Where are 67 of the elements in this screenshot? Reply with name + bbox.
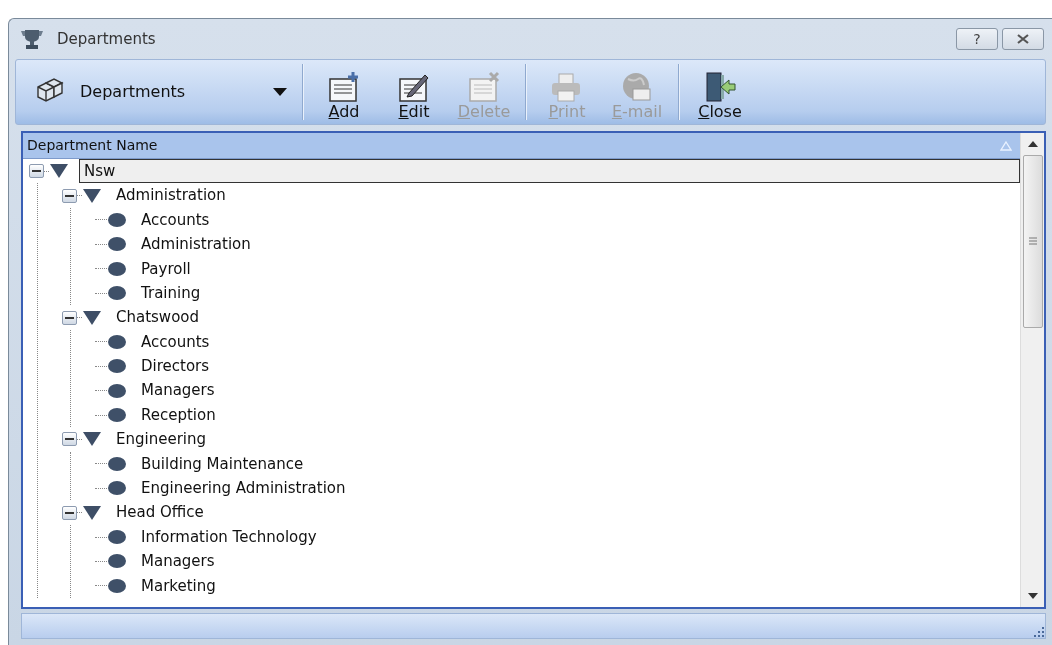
tree-item[interactable]: Directors [137,355,214,378]
collapse-toggle[interactable] [29,164,44,179]
add-button[interactable]: Add [309,63,379,121]
resize-grip-icon [1033,626,1045,638]
help-button[interactable]: ? [956,28,998,50]
bullet-icon [107,236,127,253]
window-title: Departments [57,28,157,50]
minus-icon [65,316,74,319]
bullet-icon [107,260,127,277]
department-selector[interactable]: Departments [26,67,296,117]
caret-icon [272,87,288,97]
door-arrow-icon [703,71,737,104]
bullet-icon [107,407,127,424]
tree-item[interactable]: Marketing [137,574,220,598]
minus-icon [65,194,74,197]
scrollbar[interactable] [1020,133,1044,607]
triangle-icon [49,163,69,180]
bullet-icon [107,455,127,472]
tree-item[interactable]: Engineering [112,428,210,451]
bullet-icon [107,553,127,570]
minus-icon [65,438,74,441]
tree-item[interactable]: Chatswood [112,306,203,329]
triangle-icon [82,504,102,521]
bullet-icon [107,211,127,228]
tree-item[interactable]: Accounts [137,330,214,354]
tree-item[interactable]: Building Maintenance [137,452,308,476]
bullet-icon [107,382,127,399]
triangle-icon [82,187,102,204]
triangle-icon [82,309,102,326]
add-document-icon [327,71,361,104]
bullet-icon [107,529,127,546]
collapse-toggle[interactable] [62,188,77,203]
trophy-icon [19,28,45,50]
tree-item[interactable]: Payroll [137,257,195,280]
scroll-up-icon [1027,141,1038,147]
bullet-icon [107,285,127,302]
tree-item[interactable]: Engineering Administration [137,477,350,500]
close-button[interactable] [1002,28,1044,50]
tree-item[interactable]: Administration [137,233,255,256]
scroll-thumb[interactable] [1022,155,1043,328]
collapse-toggle[interactable] [62,505,77,520]
collapse-toggle[interactable] [62,310,77,325]
tree-item[interactable]: Administration [112,184,230,207]
tree-item[interactable]: Head Office [112,501,208,524]
grip-icon [1028,236,1037,247]
bullet-icon [107,480,127,497]
tree-item[interactable]: Reception [137,403,220,427]
tree-item[interactable]: Managers [137,379,219,402]
globe-envelope-icon [620,71,654,104]
delete-document-icon [467,71,501,104]
tree-item[interactable]: Information Technology [137,525,321,549]
bullet-icon [107,333,127,350]
bullet-icon [107,358,127,375]
bullet-icon [107,577,127,594]
minus-icon [32,170,41,173]
tree-item[interactable]: Accounts [137,208,214,232]
close-icon [1016,34,1030,44]
scroll-down-icon [1027,593,1038,599]
collapse-toggle[interactable] [62,432,77,447]
tree-item[interactable]: Nsw [79,159,1020,184]
tree-item[interactable]: Managers [137,550,219,573]
minus-icon [65,511,74,514]
column-header[interactable]: Department Name [23,133,1020,159]
edit-button[interactable]: Edit [379,63,449,121]
close-button[interactable]: Close [685,63,755,121]
triangle-icon [82,431,102,448]
tree-item[interactable]: Training [137,281,205,305]
